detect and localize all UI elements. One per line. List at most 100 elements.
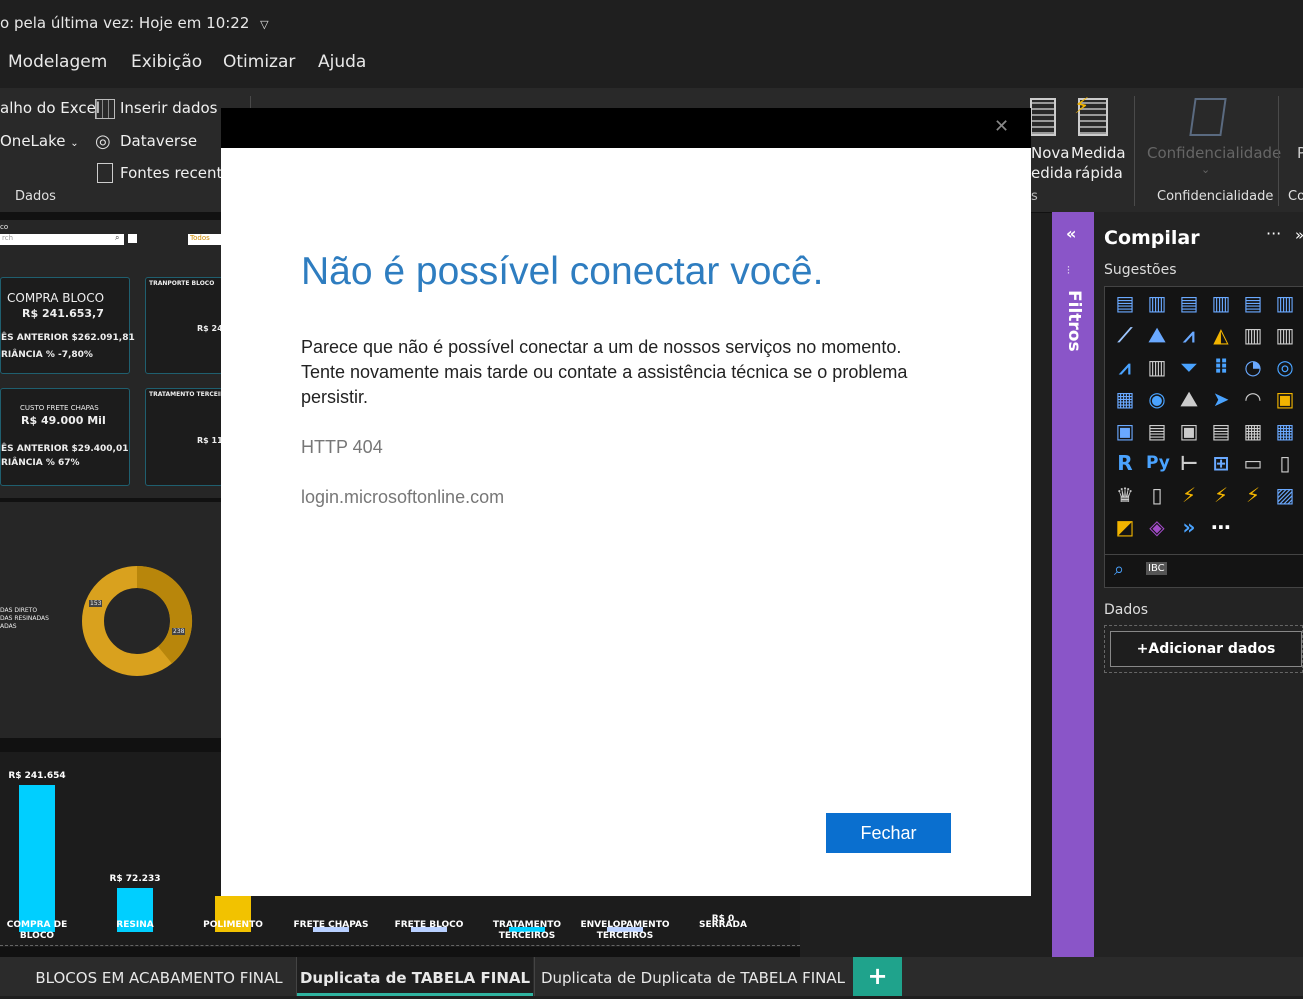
funnel-visual-icon[interactable]: ⏷ [1178,356,1200,378]
slicer-value: Todos [190,234,210,242]
expand-icon[interactable]: « [1066,224,1076,243]
table-visual-icon[interactable]: ▤ [1210,420,1232,442]
line-stacked-visual-icon[interactable]: ⩘ [1114,356,1136,378]
shape-visual-icon[interactable]: ◩ [1114,516,1136,538]
r-visual-visual-icon[interactable]: R [1114,452,1136,474]
donut-legend-item: ADAS [0,623,17,630]
onelake-button[interactable]: OneLake ⌄ [0,132,79,150]
waterfall-visual-icon[interactable]: ▥ [1274,324,1296,346]
new-measure-label-2[interactable]: edida [1031,164,1073,182]
stacked-bar-visual-icon[interactable]: ▤ [1114,292,1136,314]
more-visual-icon[interactable]: ⋯ [1210,516,1232,538]
sparkline-visual-icon[interactable]: ⚡ [1242,484,1264,506]
more-options-icon[interactable]: ··· [1266,224,1281,243]
slicer-visual-icon[interactable]: ▣ [1178,420,1200,442]
filled-map-visual-icon[interactable]: ⛰ [1178,388,1200,410]
menu-modelagem[interactable]: Modelagem [8,52,107,72]
suggestions-label: Sugestões [1104,262,1177,278]
matrix2-visual-icon[interactable]: ▦ [1274,420,1296,442]
donut-legend-item: DAS RESINADAS [0,615,49,622]
donut-visual-icon[interactable]: ◎ [1274,356,1296,378]
kpi-card: TRANPORTE BLOCO R$ 24. [145,277,226,374]
slicer-dropdown[interactable]: Todos [188,234,221,245]
quick-measure-label-2[interactable]: rápida [1075,164,1123,182]
saved-status[interactable]: o pela última vez: Hoje em 10:22 ▽ [0,14,269,32]
menu-exibicao[interactable]: Exibição [131,52,202,72]
card-visual-icon[interactable]: ▣ [1274,388,1296,410]
ribbon-visual-icon[interactable]: ▥ [1242,324,1264,346]
dataverse-button[interactable]: Dataverse [120,132,197,150]
sensitivity-button[interactable]: Confidencialidade [1147,144,1281,162]
close-icon[interactable]: ✕ [994,116,1009,137]
paginated-visual-icon[interactable]: ▯ [1146,484,1168,506]
bar[interactable] [19,785,55,932]
clustered-bar-visual-icon[interactable]: ▤ [1178,292,1200,314]
tab-divider [534,957,535,996]
100-column-visual-icon[interactable]: ▥ [1274,292,1296,314]
clustered-column-visual-icon[interactable]: ▥ [1210,292,1232,314]
smart-narrative-icon[interactable]: IBC [1146,562,1167,575]
map-visual-icon[interactable]: ◉ [1146,388,1168,410]
new-measure-label-1[interactable]: Nova [1031,144,1069,162]
qa-search-icon[interactable]: ⌕ [1114,559,1124,580]
chevron-down-icon[interactable]: ▽ [260,18,268,31]
canvas-border [0,945,800,948]
add-page-button[interactable]: + [853,957,902,996]
chevron-visual-icon[interactable]: » [1178,516,1200,538]
treemap-visual-icon[interactable]: ▦ [1114,388,1136,410]
image-visual-icon[interactable]: ▨ [1274,484,1296,506]
donut-label: 238 [172,628,186,635]
close-icon[interactable]: » [1295,226,1303,244]
qa-visual-icon[interactable]: ▭ [1242,452,1264,474]
close-button[interactable]: Fechar [826,813,951,853]
stacked-column-visual-icon[interactable]: ▥ [1146,292,1168,314]
kpi-visual-icon[interactable]: ▤ [1146,420,1168,442]
tab-duplicata-tabela-final[interactable]: Duplicata de TABELA FINAL [297,957,533,996]
key-influencers-visual-icon[interactable]: ⊢ [1178,452,1200,474]
tab-blocos-acabamento[interactable]: BLOCOS EM ACABAMENTO FINAL [24,957,294,996]
decomposition-tree-visual-icon[interactable]: ⊞ [1210,452,1232,474]
add-data-button[interactable]: +Adicionar dados [1110,631,1302,667]
stacked-area-visual-icon[interactable]: ⩘ [1178,324,1200,346]
power-apps-visual-icon[interactable]: ⚡ [1178,484,1200,506]
gauge-visual-icon[interactable]: ◠ [1242,388,1264,410]
donut-chart[interactable] [80,564,194,678]
donut-legend-item: DAS DIRETO [0,607,38,614]
trophy-visual-icon[interactable]: ♛ [1114,484,1136,506]
bar-category-label: COMPRA DE BLOCO [6,920,68,941]
search-icon: ⌕ [115,233,120,242]
power-automate-visual-icon[interactable]: ⚡ [1210,484,1232,506]
card-title: TRANPORTE BLOCO [149,280,215,287]
combo-visual-icon[interactable]: ▥ [1146,356,1168,378]
tab-duplicata-duplicata[interactable]: Duplicata de Duplicata de TABELA FINAL [536,957,850,996]
filter-icon: ⫶ [1067,264,1070,277]
group-label-co: Co [1288,189,1303,204]
scatter-visual-icon[interactable]: ⠿ [1210,356,1232,378]
menu-ajuda[interactable]: Ajuda [318,52,366,72]
dialog-header: ✕ [221,108,1031,148]
recent-sources-button[interactable]: Fontes recentes [120,164,221,182]
insert-data-button[interactable]: Inserir dados [120,99,217,117]
ribbon-separator [1278,96,1279,206]
error-host: login.microsoftonline.com [301,487,505,507]
100-bar-visual-icon[interactable]: ▤ [1242,292,1264,314]
donut-label: 153 [89,600,103,607]
matrix-visual-icon[interactable]: ▦ [1242,420,1264,442]
azure-map-visual-icon[interactable]: ➤ [1210,388,1232,410]
search-input[interactable]: rch ⌕ [0,233,124,245]
line-visual-icon[interactable]: ⟋ [1114,324,1136,346]
eraser-icon[interactable] [128,234,137,243]
excel-workbook-button[interactable]: alho do Excel [0,99,100,117]
menu-otimizar[interactable]: Otimizar [223,52,295,72]
narrative-visual-icon[interactable]: ▯ [1274,452,1296,474]
line-column-visual-icon[interactable]: ◭ [1210,324,1232,346]
pie-visual-icon[interactable]: ◔ [1242,356,1264,378]
multi-card-visual-icon[interactable]: ▣ [1114,420,1136,442]
card-title: COMPRA BLOCO [7,291,105,305]
quick-measure-label-1[interactable]: Medida [1071,144,1126,162]
area-visual-icon[interactable]: ⛰ [1146,324,1168,346]
diamond-visual-icon[interactable]: ◈ [1146,516,1168,538]
filters-pane-collapsed[interactable]: « ⫶ Filtros [1052,212,1094,957]
dialog-message: Parece que não é possível conectar a um … [301,337,908,407]
python-visual-visual-icon[interactable]: Py [1146,452,1170,474]
